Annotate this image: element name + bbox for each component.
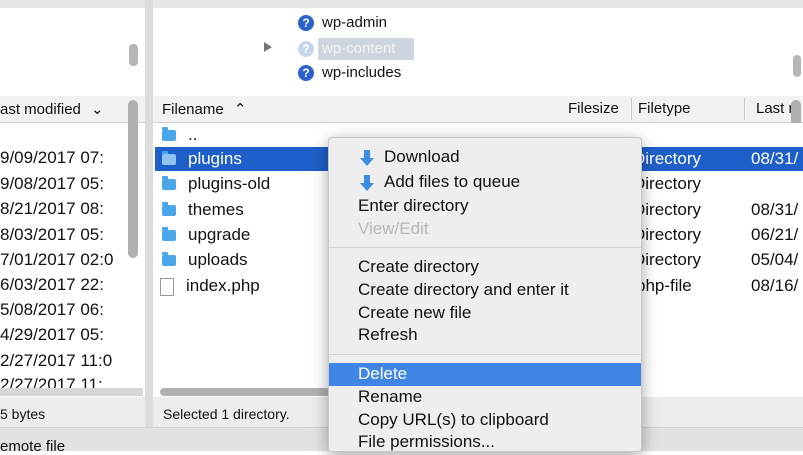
list-item[interactable]: 7/01/2017 02:0 — [0, 249, 113, 271]
folder-icon — [162, 176, 176, 191]
list-item[interactable]: 9/09/2017 07: — [0, 147, 104, 169]
add-to-queue-icon — [360, 174, 374, 191]
column-header-last-modified[interactable]: ast modified ⌄ — [0, 100, 104, 118]
folder-icon — [162, 202, 176, 217]
cell-modified: 05/04/ — [751, 250, 799, 269]
download-arrow-icon — [360, 149, 374, 166]
folder-icon — [162, 252, 176, 267]
remote-tree-pane[interactable] — [153, 8, 803, 96]
unknown-folder-icon: ? — [298, 65, 314, 82]
remote-hscrollbar[interactable] — [160, 388, 330, 396]
folder-icon — [162, 227, 176, 242]
cell-filetype: php-file — [636, 276, 692, 295]
folder-icon — [162, 151, 176, 166]
table-row[interactable]: themes — [162, 199, 244, 221]
menu-item-refresh[interactable]: Refresh — [358, 324, 418, 346]
local-status-text: 5 bytes — [0, 406, 46, 422]
cell-filetype: Directory — [633, 225, 702, 244]
list-item[interactable]: 9/08/2017 05: — [0, 173, 104, 195]
cell-filetype: Directory — [633, 174, 702, 193]
cell-modified: 08/31/ — [751, 200, 799, 219]
column-header-filename[interactable]: Filename ⌃ — [162, 100, 246, 118]
list-item[interactable]: 8/03/2017 05: — [0, 224, 104, 246]
local-list-scrollbar[interactable] — [128, 100, 138, 258]
pane-divider-top[interactable] — [145, 0, 153, 96]
remote-tree-scrollbar[interactable] — [793, 55, 801, 77]
column-header-filesize[interactable]: Filesize — [568, 100, 619, 117]
menu-item-copy-url[interactable]: Copy URL(s) to clipboard — [358, 409, 549, 431]
local-tree-pane[interactable] — [0, 8, 145, 96]
menu-item-add-to-queue[interactable]: Add files to queue — [360, 171, 520, 193]
remote-list-header[interactable] — [153, 96, 803, 123]
list-item[interactable]: 5/08/2017 06: — [0, 299, 104, 321]
list-item[interactable]: 8/21/2017 08: — [0, 198, 104, 220]
table-row[interactable]: .. — [162, 124, 197, 146]
cell-modified: 08/31/ — [751, 149, 799, 168]
cell-filetype: Directory — [633, 200, 702, 219]
menu-separator — [329, 247, 641, 248]
folder-icon — [162, 127, 176, 142]
table-row[interactable]: index.php — [160, 275, 260, 297]
table-row[interactable]: upgrade — [162, 224, 250, 246]
menu-item-create-directory-enter[interactable]: Create directory and enter it — [358, 279, 569, 301]
tree-item-wp-admin[interactable]: ? wp-admin — [298, 12, 387, 34]
local-tree-scrollbar[interactable] — [129, 44, 138, 66]
context-menu: Download Add files to queue Enter direct… — [328, 137, 642, 452]
list-item[interactable]: 2/27/2017 11:0 — [0, 350, 112, 372]
table-row[interactable]: uploads — [162, 249, 248, 271]
menu-item-create-directory[interactable]: Create directory — [358, 256, 479, 278]
remote-status-text: Selected 1 directory. — [163, 406, 290, 422]
menu-item-enter-directory[interactable]: Enter directory — [358, 195, 469, 217]
menu-item-rename[interactable]: Rename — [358, 386, 422, 408]
list-item[interactable]: 4/29/2017 05: — [0, 324, 104, 346]
sort-ascending-icon: ⌃ — [233, 101, 247, 118]
cell-filetype: Directory — [633, 250, 702, 269]
file-icon — [160, 277, 174, 296]
list-item[interactable]: 6/03/2017 22: — [0, 274, 104, 296]
menu-item-download[interactable]: Download — [360, 146, 460, 168]
tree-item-wp-includes[interactable]: ? wp-includes — [298, 62, 401, 84]
table-row[interactable]: plugins-old — [162, 173, 270, 195]
menu-separator — [329, 354, 641, 355]
column-divider[interactable] — [631, 98, 632, 120]
chevron-down-icon: ⌄ — [91, 101, 104, 118]
menu-item-view-edit: View/Edit — [358, 219, 429, 238]
menu-item-create-new-file[interactable]: Create new file — [358, 302, 471, 324]
column-divider[interactable] — [744, 98, 745, 120]
cell-modified: 08/16/ — [751, 276, 799, 295]
cell-filetype: Directory — [633, 149, 702, 168]
local-hscrollbar[interactable] — [0, 388, 143, 396]
list-item[interactable]: 2/27/2017 11: — [0, 374, 103, 388]
table-row[interactable]: plugins — [162, 148, 242, 170]
column-header-filetype[interactable]: Filetype — [638, 100, 691, 117]
tree-item-wp-content[interactable]: ? wp-content — [298, 38, 395, 60]
pane-divider-bottom[interactable] — [145, 96, 153, 427]
queue-column-label[interactable]: emote file — [0, 438, 65, 455]
unknown-folder-icon: ? — [298, 15, 314, 32]
cell-modified: 06/21/ — [751, 225, 799, 244]
menu-item-delete[interactable]: Delete — [358, 363, 407, 385]
unknown-folder-icon: ? — [298, 41, 314, 58]
expand-arrow-icon[interactable] — [264, 42, 272, 52]
